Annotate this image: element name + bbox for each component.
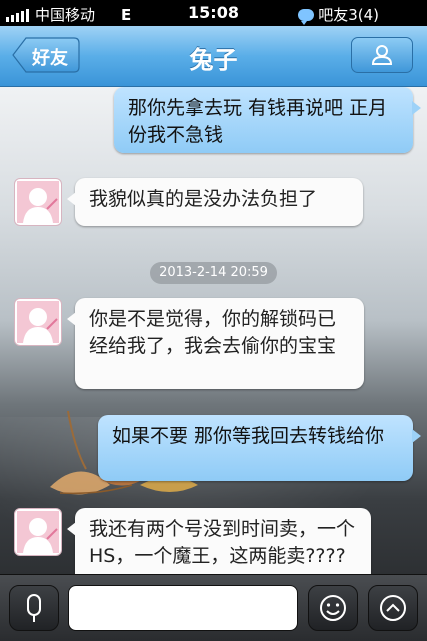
contact-info-button[interactable] <box>351 37 413 73</box>
navigation-bar: 好友 兔子 <box>0 26 427 87</box>
timestamp-label: 2013-2-14 20:59 <box>150 262 277 284</box>
input-toolbar <box>0 574 427 641</box>
person-icon <box>371 45 393 65</box>
friend-avatar[interactable] <box>14 178 62 226</box>
chat-history[interactable]: 那你先拿去玩 有钱再说吧 正月份我不急钱 我貌似真的是没办法负担了 2013-2… <box>0 87 427 574</box>
emoji-button[interactable] <box>308 585 358 631</box>
message-bubble-incoming[interactable]: 我还有两个号没到时间卖，一个HS，一个魔王，这两能卖???? <box>67 508 371 574</box>
status-bar: 中国移动 E 15:08 吧友3(4) <box>0 0 427 26</box>
message-bubble-incoming[interactable]: 你是不是觉得，你的解锁码已经给我了，我会去偷你的宝宝 <box>67 298 364 389</box>
voice-input-button[interactable] <box>9 585 59 631</box>
chevron-up-icon <box>380 595 406 621</box>
message-bubble-incoming[interactable]: 我貌似真的是没办法负担了 <box>67 178 363 226</box>
notification-label: 吧友3(4) <box>318 6 379 24</box>
avatar-image-icon <box>17 181 59 223</box>
microphone-icon <box>27 594 41 622</box>
more-options-button[interactable] <box>368 585 418 631</box>
friend-avatar[interactable] <box>14 298 62 346</box>
message-input[interactable] <box>68 585 298 631</box>
avatar-image-icon <box>17 511 59 553</box>
friend-avatar[interactable] <box>14 508 62 556</box>
message-bubble-outgoing[interactable]: 如果不要 那你等我回去转钱给你 <box>98 415 421 481</box>
smiley-icon <box>320 595 346 621</box>
avatar-image-icon <box>17 301 59 343</box>
chat-notification-icon <box>298 8 315 25</box>
message-bubble-outgoing[interactable]: 那你先拿去玩 有钱再说吧 正月份我不急钱 <box>114 87 421 153</box>
